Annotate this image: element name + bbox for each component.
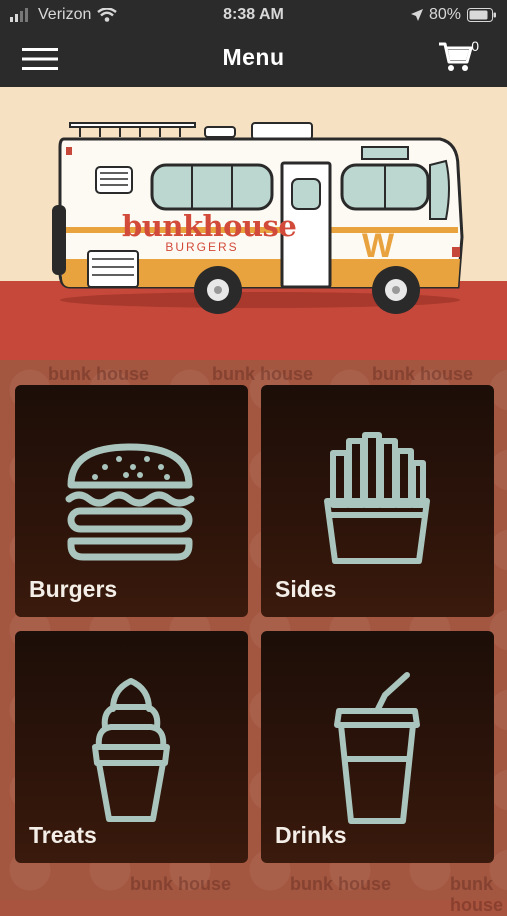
battery-icon bbox=[467, 8, 496, 22]
hero-banner: W bunkhouse BURGERS bbox=[0, 87, 507, 360]
watermark: bunk house bbox=[130, 874, 232, 894]
category-tile-sides[interactable]: Sides bbox=[261, 385, 494, 617]
cart-button[interactable]: 0 bbox=[437, 36, 483, 76]
location-arrow-icon bbox=[410, 9, 423, 21]
category-grid: bunk house bunk house bunk house bunk ho… bbox=[0, 360, 507, 915]
watermark: bunk house bbox=[212, 364, 314, 384]
watermark: bunk house bbox=[372, 364, 474, 384]
brand-name: bunkhouse bbox=[122, 209, 297, 243]
category-tile-drinks[interactable]: Drinks bbox=[261, 631, 494, 863]
nav-bar: Menu 0 bbox=[0, 30, 507, 87]
category-label-burgers: Burgers bbox=[29, 576, 118, 602]
watermark: bunk house bbox=[290, 874, 392, 894]
status-right: 80% bbox=[410, 6, 497, 24]
category-tile-burgers[interactable]: Burgers bbox=[15, 385, 248, 617]
svg-text:W: W bbox=[362, 227, 395, 265]
page-title: Menu bbox=[222, 44, 285, 70]
category-label-treats: Treats bbox=[29, 822, 97, 848]
status-bar: Verizon 8:38 AM 80% bbox=[0, 0, 507, 30]
category-tile-treats[interactable]: Treats bbox=[15, 631, 248, 863]
watermark: bunk house bbox=[450, 874, 504, 915]
category-label-sides: Sides bbox=[275, 576, 337, 602]
cart-count-badge: 0 bbox=[471, 38, 479, 54]
battery-percent: 80% bbox=[428, 6, 461, 23]
category-label-drinks: Drinks bbox=[275, 822, 347, 848]
watermark: bunk house bbox=[48, 364, 150, 384]
brand-logo: bunkhouse BURGERS bbox=[122, 209, 297, 253]
